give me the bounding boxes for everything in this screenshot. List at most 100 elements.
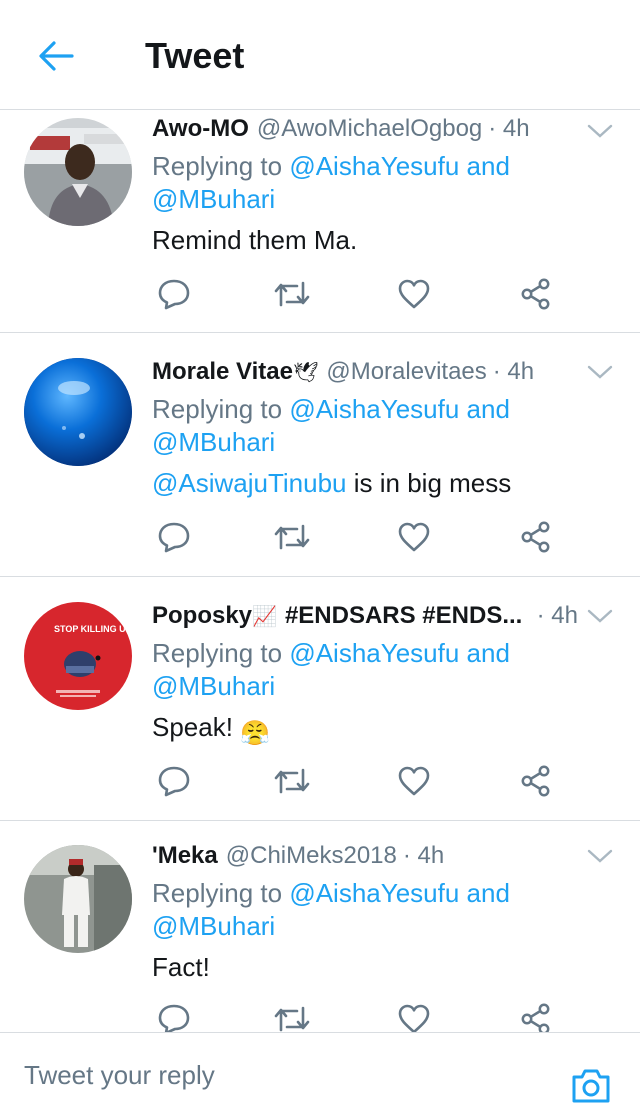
retweet-button[interactable] xyxy=(270,997,314,1032)
camera-button[interactable] xyxy=(568,1063,614,1109)
tweet-text: Remind them Ma. xyxy=(152,225,358,255)
tweet-actions xyxy=(150,759,570,803)
mention-link[interactable]: @MBuhari xyxy=(152,184,275,214)
user-handle[interactable]: @ChiMeks2018 xyxy=(226,839,397,873)
reply-icon xyxy=(158,279,190,310)
avatar[interactable] xyxy=(24,358,132,466)
replies-feed[interactable]: Awo-MO @AwoMichaelOgbog · 4h Replying to… xyxy=(0,110,640,1032)
camera-icon xyxy=(572,1069,610,1103)
reply-button[interactable] xyxy=(152,272,196,316)
share-icon xyxy=(521,765,550,797)
mention-link[interactable]: @MBuhari xyxy=(152,911,275,941)
avatar[interactable]: STOP KILLING US xyxy=(24,602,132,710)
like-button[interactable] xyxy=(392,272,436,316)
display-name[interactable]: 'Meka xyxy=(152,839,218,873)
replying-to: Replying to @AishaYesufu and @MBuhari xyxy=(152,150,620,216)
display-name[interactable]: Poposky xyxy=(152,599,252,633)
display-name-hashtags[interactable]: #ENDSARS #ENDS... xyxy=(285,599,522,633)
reply-icon xyxy=(158,1004,190,1032)
like-button[interactable] xyxy=(392,997,436,1032)
reply-button[interactable] xyxy=(152,515,196,559)
share-button[interactable] xyxy=(514,997,558,1032)
and-link[interactable]: and xyxy=(467,151,510,181)
tweet-text: Speak! 😤 xyxy=(152,710,620,751)
page-title: Tweet xyxy=(145,35,245,76)
mention-link[interactable]: @MBuhari xyxy=(152,427,275,457)
tweet-item[interactable]: Morale Vitae 🕊 @Moralevitaes · 4h Replyi… xyxy=(0,333,640,577)
mention-link[interactable]: @AsiwajuTinubu xyxy=(152,468,347,498)
top-bar: Tweet xyxy=(0,0,640,110)
retweet-icon xyxy=(274,281,310,307)
display-name[interactable]: Morale Vitae xyxy=(152,355,293,389)
reply-composer xyxy=(0,1032,640,1114)
user-handle[interactable]: @AwoMichaelOgbog xyxy=(257,112,482,146)
tweet-text-body: Speak! xyxy=(152,712,233,742)
reply-icon xyxy=(158,522,190,553)
retweet-icon xyxy=(274,1006,310,1032)
reply-button[interactable] xyxy=(152,759,196,803)
reply-icon xyxy=(158,766,190,797)
tweet-item[interactable]: Awo-MO @AwoMichaelOgbog · 4h Replying to… xyxy=(0,110,640,333)
tweet-text: @AsiwajuTinubu is in big mess xyxy=(152,466,620,500)
share-icon xyxy=(521,521,550,553)
tweet-text: Fact! xyxy=(152,952,210,982)
tweet-meta: 'Meka @ChiMeks2018 · 4h xyxy=(152,839,620,873)
replying-to-label: Replying to xyxy=(152,151,283,181)
chevron-down-icon[interactable] xyxy=(586,363,614,381)
heart-icon xyxy=(398,279,430,309)
arrow-left-icon xyxy=(39,41,74,71)
mention-link[interactable]: @AishaYesufu xyxy=(289,394,459,424)
replying-to: Replying to @AishaYesufu and @MBuhari xyxy=(152,637,620,703)
retweet-button[interactable] xyxy=(270,515,314,559)
and-link[interactable]: and xyxy=(467,878,510,908)
user-handle[interactable]: @Moralevitaes xyxy=(326,355,486,389)
retweet-icon xyxy=(274,768,310,794)
like-button[interactable] xyxy=(392,515,436,559)
timestamp: · 4h xyxy=(402,842,445,869)
heart-icon xyxy=(398,766,430,796)
share-button[interactable] xyxy=(514,515,558,559)
mention-link[interactable]: @AishaYesufu xyxy=(289,638,459,668)
tweet-item[interactable]: 'Meka @ChiMeks2018 · 4h Replying to @Ais… xyxy=(0,821,640,1032)
replying-to-label: Replying to xyxy=(152,638,283,668)
tweet-text-body: is in big mess xyxy=(353,468,512,498)
avatar-text: STOP KILLING US xyxy=(54,624,132,634)
reply-button[interactable] xyxy=(152,997,196,1032)
share-button[interactable] xyxy=(514,272,558,316)
retweet-button[interactable] xyxy=(270,759,314,803)
share-icon xyxy=(521,1003,550,1032)
chevron-down-icon[interactable] xyxy=(586,847,614,865)
tweet-meta: Morale Vitae 🕊 @Moralevitaes · 4h xyxy=(152,355,620,389)
and-link[interactable]: and xyxy=(467,638,510,668)
replying-to: Replying to @AishaYesufu and @MBuhari xyxy=(152,877,620,943)
and-link[interactable]: and xyxy=(467,394,510,424)
avatar[interactable] xyxy=(24,845,132,953)
share-icon xyxy=(521,278,550,310)
back-button[interactable] xyxy=(34,34,78,78)
share-button[interactable] xyxy=(514,759,558,803)
retweet-icon xyxy=(274,524,310,550)
chevron-down-icon[interactable] xyxy=(586,607,614,625)
reply-input[interactable] xyxy=(24,1055,524,1095)
replying-to-label: Replying to xyxy=(152,878,283,908)
heart-icon xyxy=(398,522,430,552)
timestamp: · 4h xyxy=(536,602,578,629)
tweet-item[interactable]: STOP KILLING US Poposky 📈 #ENDSARS #ENDS… xyxy=(0,577,640,821)
replying-to: Replying to @AishaYesufu and @MBuhari xyxy=(152,393,620,459)
mention-link[interactable]: @MBuhari xyxy=(152,671,275,701)
replying-to-label: Replying to xyxy=(152,394,283,424)
retweet-button[interactable] xyxy=(270,272,314,316)
mention-link[interactable]: @AishaYesufu xyxy=(289,878,459,908)
tweet-actions xyxy=(150,997,570,1032)
heart-icon xyxy=(398,1004,430,1032)
avatar[interactable] xyxy=(24,118,132,226)
tweet-actions xyxy=(150,515,570,559)
tweet-meta: Poposky 📈 #ENDSARS #ENDS... · 4h xyxy=(152,599,620,633)
display-name[interactable]: Awo-MO xyxy=(152,112,249,146)
timestamp: · 4h xyxy=(492,358,535,385)
tweet-meta: Awo-MO @AwoMichaelOgbog · 4h xyxy=(152,112,620,146)
like-button[interactable] xyxy=(392,759,436,803)
chart-emoji: 📈 xyxy=(252,606,277,628)
chevron-down-icon[interactable] xyxy=(586,122,614,140)
mention-link[interactable]: @AishaYesufu xyxy=(289,151,459,181)
